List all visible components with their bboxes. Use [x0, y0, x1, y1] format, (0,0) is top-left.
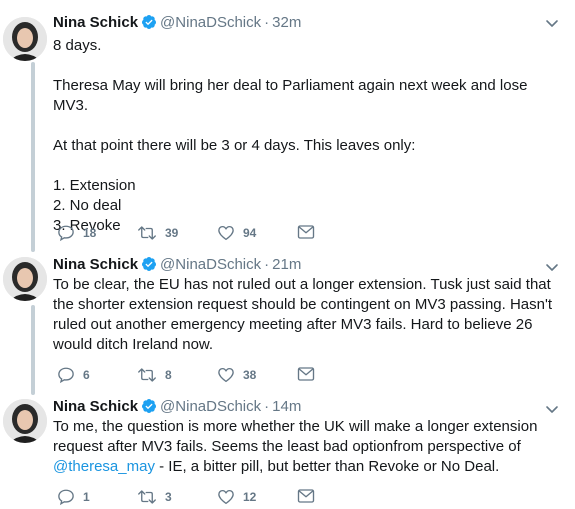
tweet-paragraph: Theresa May will bring her deal to Parli…: [53, 77, 528, 114]
retweet-icon: [137, 488, 157, 506]
retweet-icon: [137, 366, 157, 384]
heart-icon: [217, 366, 235, 384]
author-name[interactable]: Nina Schick: [53, 256, 138, 273]
tweet-paragraph: At that point there will be 3 or 4 days.…: [53, 137, 416, 154]
chevron-down-icon[interactable]: [544, 15, 560, 31]
envelope-icon: [297, 488, 315, 504]
tweet-text: 8 days. Theresa May will bring her deal …: [53, 36, 558, 236]
retweet-button[interactable]: 8: [137, 366, 172, 384]
chevron-down-icon[interactable]: [544, 259, 560, 275]
retweet-button[interactable]: 39: [137, 224, 178, 242]
direct-message-button[interactable]: [297, 224, 315, 240]
tweet-text-segment: To me, the question is more whether the …: [53, 418, 538, 455]
like-count: 38: [243, 368, 257, 382]
reply-button[interactable]: 6: [57, 366, 90, 384]
tweet-timestamp[interactable]: 32m: [272, 14, 301, 31]
reply-count: 6: [83, 368, 90, 382]
separator-dot: ·: [264, 398, 270, 415]
reply-button[interactable]: 18: [57, 224, 96, 242]
tweet-header: Nina Schick @NinaDSchick · 32m: [53, 13, 301, 36]
heart-icon: [217, 488, 235, 506]
mention-link[interactable]: @theresa_may: [53, 458, 155, 475]
chevron-down-icon[interactable]: [544, 401, 560, 417]
reply-count: 1: [83, 490, 90, 504]
avatar-image: [3, 17, 47, 61]
tweet-timestamp[interactable]: 14m: [272, 398, 301, 415]
verified-badge-icon: [141, 14, 157, 36]
avatar[interactable]: [3, 257, 47, 301]
direct-message-button[interactable]: [297, 366, 315, 382]
author-name[interactable]: Nina Schick: [53, 398, 138, 415]
author-handle[interactable]: @NinaDSchick: [160, 398, 261, 415]
retweet-count: 39: [165, 226, 179, 240]
retweet-count: 3: [165, 490, 172, 504]
avatar-image: [3, 399, 47, 443]
author-handle[interactable]: @NinaDSchick: [160, 14, 261, 31]
tweet[interactable]: Nina Schick @NinaDSchick · 21m To be clear,…: [0, 255, 575, 390]
tweet-paragraph: 2. No deal: [53, 197, 122, 214]
author-name[interactable]: Nina Schick: [53, 14, 138, 31]
heart-icon: [217, 224, 235, 242]
like-count: 94: [243, 226, 257, 240]
envelope-icon: [297, 366, 315, 382]
direct-message-button[interactable]: [297, 488, 315, 504]
like-count: 12: [243, 490, 257, 504]
reply-icon: [57, 224, 75, 242]
retweet-button[interactable]: 3: [137, 488, 172, 506]
avatar[interactable]: [3, 17, 47, 61]
tweet-timestamp[interactable]: 21m: [272, 256, 301, 273]
like-button[interactable]: 94: [217, 224, 256, 242]
tweet[interactable]: Nina Schick @NinaDSchick · 14m To me, the q…: [0, 397, 575, 509]
reply-icon: [57, 366, 75, 384]
separator-dot: ·: [264, 14, 270, 31]
tweet[interactable]: Nina Schick @NinaDSchick · 32m 8 days. Ther…: [0, 13, 575, 248]
reply-button[interactable]: 1: [57, 488, 90, 506]
tweet-paragraph: To me, the question is more whether the …: [53, 417, 558, 477]
retweet-icon: [137, 224, 157, 242]
retweet-count: 8: [165, 368, 172, 382]
envelope-icon: [297, 224, 315, 240]
author-handle[interactable]: @NinaDSchick: [160, 256, 261, 273]
avatar[interactable]: [3, 399, 47, 443]
reply-icon: [57, 488, 75, 506]
tweet-paragraph: 1. Extension: [53, 177, 136, 194]
separator-dot: ·: [264, 256, 270, 273]
tweet-paragraph: 8 days.: [53, 37, 102, 54]
tweet-text: To me, the question is more whether the …: [53, 417, 558, 477]
like-button[interactable]: 12: [217, 488, 256, 506]
tweet-text: To be clear, the EU has not ruled out a …: [53, 275, 558, 355]
tweet-paragraph: To be clear, the EU has not ruled out a …: [53, 276, 553, 353]
reply-count: 18: [83, 226, 97, 240]
like-button[interactable]: 38: [217, 366, 256, 384]
avatar-image: [3, 257, 47, 301]
tweet-text-segment: - IE, a bitter pill, but better than Rev…: [154, 458, 500, 475]
